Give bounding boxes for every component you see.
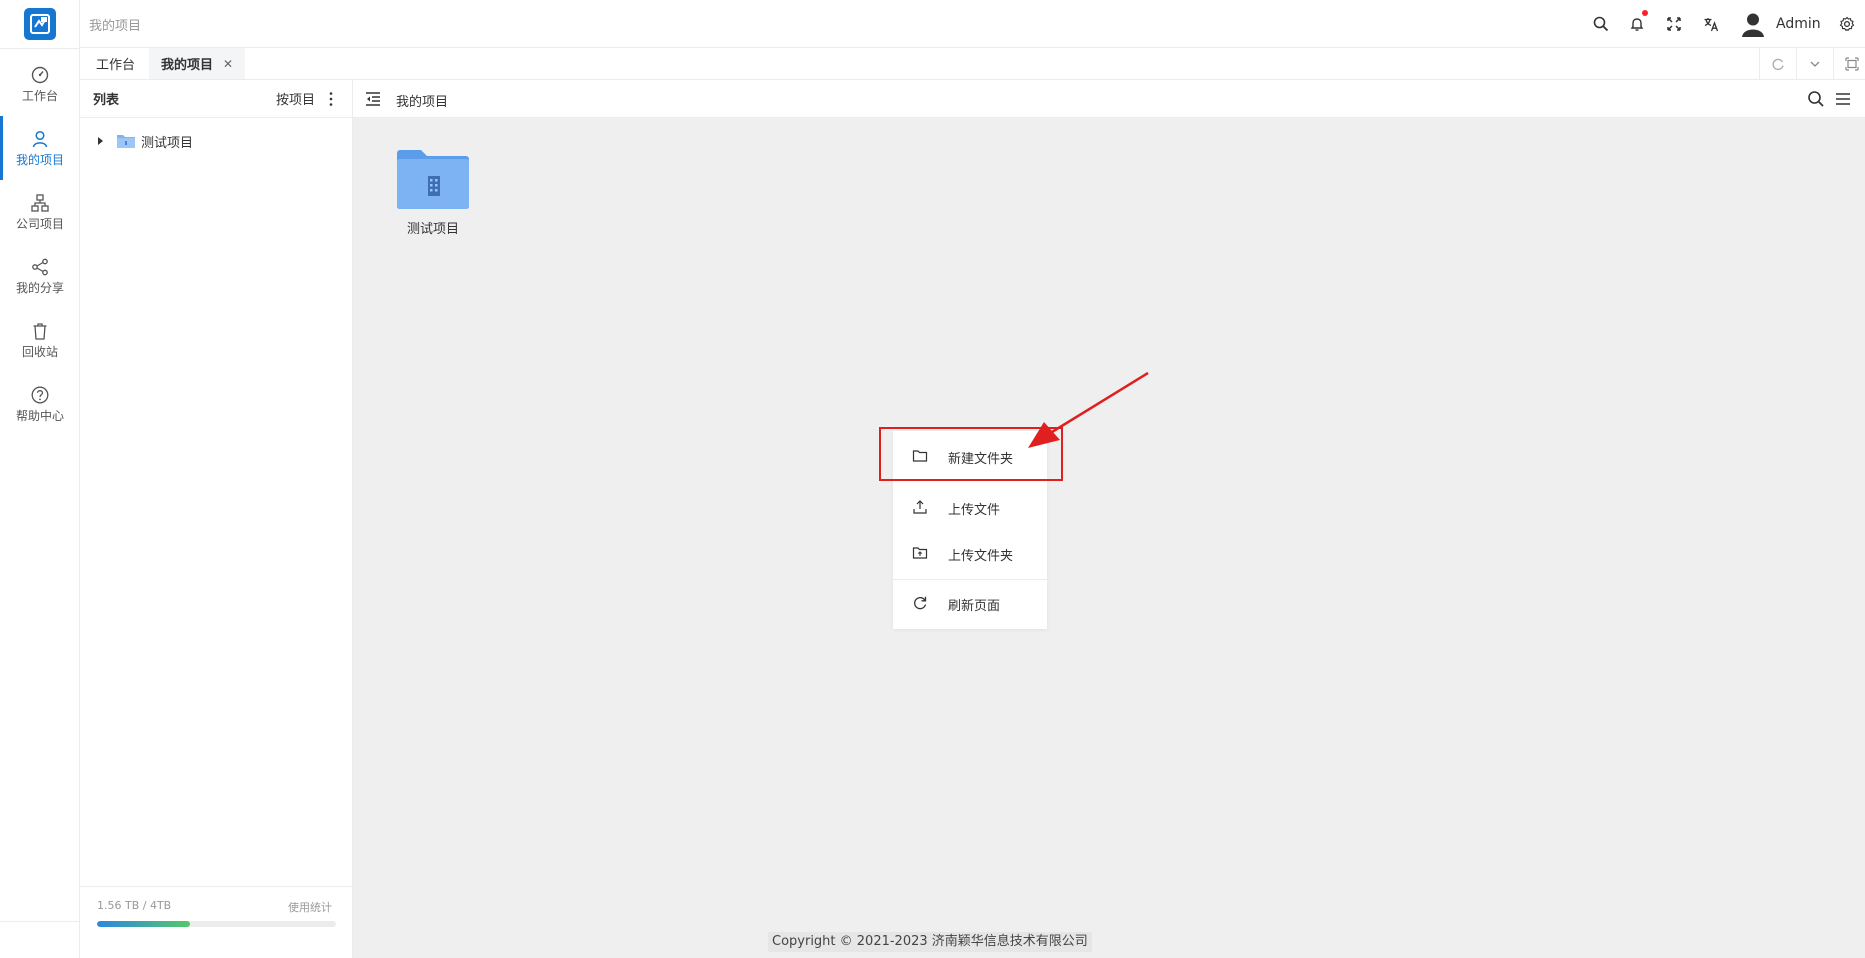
menu-item-upload-folder[interactable]: 上传文件夹 — [893, 533, 1047, 573]
menu-icon[interactable] — [1834, 90, 1852, 108]
breadcrumb: 我的项目 — [89, 19, 142, 34]
tab-label: 工作台 — [96, 58, 136, 73]
language-button[interactable] — [1699, 12, 1723, 36]
rail-item-my-shares[interactable]: 我的分享 — [0, 244, 80, 308]
caret-right-icon[interactable] — [98, 137, 103, 145]
maximize-icon — [1845, 56, 1859, 71]
tab-my-projects[interactable]: 我的项目 ✕ — [149, 48, 246, 79]
divider — [0, 48, 80, 49]
sort-by-project-button[interactable]: 按项目 — [276, 89, 315, 108]
chevron-down-icon — [1810, 61, 1820, 67]
maximize-tab-button[interactable] — [1833, 48, 1865, 79]
file-content-area[interactable]: 测试项目 — [353, 118, 1865, 958]
more-vertical-icon[interactable] — [325, 90, 337, 108]
fullscreen-icon — [1667, 17, 1681, 31]
dashboard-icon — [31, 66, 49, 84]
folder-name: 测试项目 — [406, 222, 459, 237]
rail-item-workbench[interactable]: 工作台 — [0, 52, 80, 116]
folder-tile[interactable]: 测试项目 — [393, 148, 473, 237]
folder-icon — [117, 135, 135, 148]
folder-upload-icon — [912, 547, 928, 559]
settings-button[interactable] — [1835, 12, 1859, 36]
trash-icon — [33, 323, 47, 340]
storage-progress-fill — [97, 921, 191, 927]
notification-dot — [1642, 10, 1648, 16]
tab-workbench[interactable]: 工作台 — [84, 48, 147, 79]
tab-dropdown-button[interactable] — [1796, 48, 1833, 79]
collapse-sidebar-icon[interactable] — [365, 91, 381, 107]
tab-label: 我的项目 — [161, 58, 214, 73]
rail-item-company-projects[interactable]: 公司项目 — [0, 180, 80, 244]
rail-item-label: 帮助中心 — [15, 409, 64, 423]
tree-node-label: 测试项目 — [141, 135, 194, 151]
menu-item-refresh-page[interactable]: 刷新页面 — [893, 583, 1047, 623]
rail-item-recycle-bin[interactable]: 回收站 — [0, 308, 80, 372]
storage-usage: 1.56 TB / 4TB — [97, 899, 172, 912]
menu-item-label: 上传文件 — [948, 503, 1001, 518]
user-name: Admin — [1776, 16, 1821, 32]
divider — [893, 579, 1047, 580]
storage-progress-bar — [97, 921, 336, 927]
upload-icon — [913, 500, 927, 514]
folder-icon — [397, 150, 469, 209]
bell-icon — [1630, 18, 1644, 31]
refresh-icon — [914, 596, 927, 610]
project-list-panel: 列表 按项目 测试项目 1.56 TB / 4TB 使用统计 — [80, 80, 353, 958]
fullscreen-button[interactable] — [1662, 12, 1686, 36]
search-icon[interactable] — [1807, 90, 1825, 108]
annotation-arrow — [1028, 371, 1149, 448]
content-toolbar: 我的项目 — [353, 80, 1865, 118]
rail-item-help-center[interactable]: 帮助中心 — [0, 372, 80, 436]
user-menu[interactable]: Admin — [1740, 10, 1821, 38]
tree-node[interactable]: 测试项目 — [98, 130, 193, 152]
rail-item-label: 公司项目 — [15, 217, 64, 231]
menu-item-label: 上传文件夹 — [948, 549, 1014, 564]
copyright-footer: Copyright © 2021-2023 济南颖华信息技术有限公司 — [768, 932, 1092, 952]
header-search-button[interactable] — [1589, 12, 1613, 36]
translate-icon — [1704, 18, 1719, 32]
left-rail: 工作台 我的项目 公司项目 我的分享 回收站 帮助中心 — [0, 0, 80, 958]
notifications-button[interactable] — [1625, 10, 1649, 36]
logo-icon — [30, 14, 50, 34]
rail-item-label: 工作台 — [21, 89, 58, 103]
user-avatar-icon — [1742, 13, 1764, 37]
refresh-icon — [1772, 58, 1784, 70]
rail-item-label: 回收站 — [21, 345, 58, 359]
refresh-tab-button[interactable] — [1759, 48, 1796, 79]
divider — [0, 921, 80, 922]
menu-item-upload-file[interactable]: 上传文件 — [893, 487, 1047, 527]
panel-title: 列表 — [93, 93, 120, 108]
search-icon — [1593, 16, 1609, 32]
org-tree-icon — [31, 194, 49, 212]
rail-item-label: 我的分享 — [15, 281, 64, 295]
rail-item-my-projects[interactable]: 我的项目 — [0, 116, 80, 180]
close-icon[interactable]: ✕ — [223, 57, 233, 71]
app-logo[interactable] — [24, 8, 56, 40]
panel-header: 列表 按项目 — [80, 80, 352, 118]
content-title: 我的项目 — [396, 95, 449, 110]
tab-bar: 工作台 我的项目 ✕ — [80, 48, 1865, 80]
help-icon — [31, 386, 49, 404]
top-header: 我的项目 Admin — [80, 0, 1865, 48]
menu-item-label: 刷新页面 — [948, 599, 1001, 614]
user-icon — [32, 130, 48, 148]
share-icon — [32, 258, 48, 276]
divider — [80, 886, 352, 887]
gear-icon — [1839, 16, 1855, 32]
rail-item-label: 我的项目 — [15, 153, 64, 167]
usage-stats-link[interactable]: 使用统计 — [288, 899, 332, 915]
